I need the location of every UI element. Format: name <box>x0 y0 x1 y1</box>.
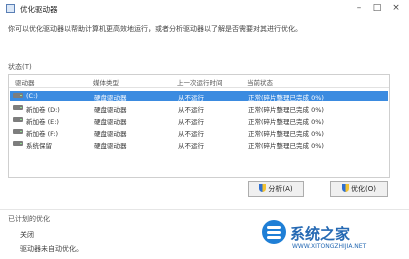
last-run: 从不运行 <box>178 142 204 150</box>
close-icon[interactable]: × <box>389 2 403 14</box>
drive-status: 正常(碎片整理已完成 0%) <box>248 106 324 114</box>
media-type: 硬盘驱动器 <box>94 94 127 102</box>
table-header: 驱动器 媒体类型 上一次运行时间 当前状态 <box>9 75 389 88</box>
maximize-icon[interactable]: □ <box>370 2 384 14</box>
drive-name: (C:) <box>26 92 38 100</box>
media-type: 硬盘驱动器 <box>94 118 127 126</box>
drive-icon <box>13 141 23 146</box>
scheduled-section-label: 已计划的优化 <box>8 215 50 223</box>
table-row[interactable]: 新加卷 (E:) 硬盘驱动器 从不运行 正常(碎片整理已完成 0%) <box>10 115 388 126</box>
column-header-media-type[interactable]: 媒体类型 <box>93 77 119 87</box>
media-type: 硬盘驱动器 <box>94 106 127 114</box>
last-run: 从不运行 <box>178 130 204 138</box>
last-run: 从不运行 <box>178 94 204 102</box>
analyze-button-label: 分析(A) <box>268 185 293 193</box>
logo-url: WWW.XITONGZHIJIA.NET <box>292 243 367 250</box>
last-run: 从不运行 <box>178 118 204 126</box>
description-text: 你可以优化驱动器以帮助计算机更高效地运行，或者分析驱动器以了解是否需要对其进行优… <box>8 25 302 33</box>
table-row[interactable]: 新加卷 (D:) 硬盘驱动器 从不运行 正常(碎片整理已完成 0%) <box>10 103 388 114</box>
drive-name: 新加卷 (E:) <box>26 118 59 126</box>
drive-icon <box>13 105 23 110</box>
table-row[interactable]: 系统保留 硬盘驱动器 从不运行 正常(碎片整理已完成 0%) <box>10 139 388 150</box>
optimize-button-label: 优化(O) <box>351 185 376 193</box>
drive-status: 正常(碎片整理已完成 0%) <box>248 118 324 126</box>
drive-icon <box>13 93 23 98</box>
drive-status: 正常(碎片整理已完成 0%) <box>248 130 324 138</box>
scheduled-detail: 驱动器未自动优化。 <box>20 245 83 253</box>
column-header-last-run[interactable]: 上一次运行时间 <box>177 77 223 87</box>
divider <box>0 209 409 210</box>
table-row[interactable]: (C:) 硬盘驱动器 从不运行 正常(碎片整理已完成 0%) <box>10 91 388 102</box>
drive-icon <box>13 117 23 122</box>
drive-status: 正常(碎片整理已完成 0%) <box>248 94 324 102</box>
analyze-button[interactable]: 分析(A) <box>248 181 304 197</box>
last-run: 从不运行 <box>178 106 204 114</box>
watermark-logo: 系统之家 WWW.XITONGZHIJIA.NET <box>254 218 409 259</box>
logo-icon <box>262 220 286 244</box>
drive-name: 新加卷 (F:) <box>26 130 59 138</box>
title-bar: 优化驱动器 – □ × <box>0 0 409 18</box>
shield-icon <box>259 184 267 192</box>
column-header-status[interactable]: 当前状态 <box>247 77 273 87</box>
minimize-icon[interactable]: – <box>352 2 366 14</box>
media-type: 硬盘驱动器 <box>94 142 127 150</box>
media-type: 硬盘驱动器 <box>94 130 127 138</box>
shield-icon <box>342 184 349 192</box>
drive-icon <box>13 129 23 134</box>
drive-name: 系统保留 <box>26 142 52 150</box>
app-icon <box>6 4 15 13</box>
drives-table: 驱动器 媒体类型 上一次运行时间 当前状态 (C:) 硬盘驱动器 从不运行 正常… <box>8 74 390 178</box>
optimize-button[interactable]: 优化(O) <box>330 181 388 197</box>
table-row[interactable]: 新加卷 (F:) 硬盘驱动器 从不运行 正常(碎片整理已完成 0%) <box>10 127 388 138</box>
drive-status: 正常(碎片整理已完成 0%) <box>248 142 324 150</box>
window-title: 优化驱动器 <box>20 5 58 14</box>
logo-text: 系统之家 <box>290 225 351 243</box>
drive-name: 新加卷 (D:) <box>26 106 60 114</box>
scheduled-state: 关闭 <box>20 231 34 239</box>
column-header-drive[interactable]: 驱动器 <box>15 77 35 87</box>
status-section-label: 状态(T) <box>8 63 32 71</box>
